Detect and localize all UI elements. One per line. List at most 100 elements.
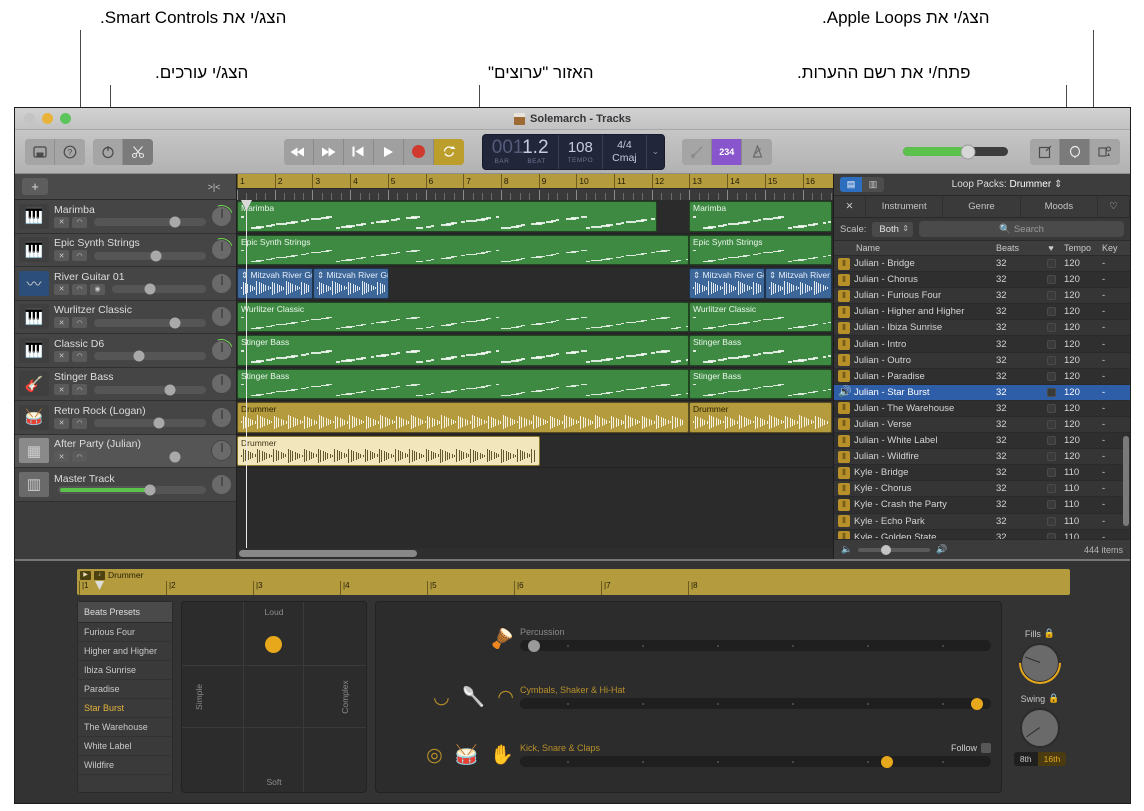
loop-packs-selector[interactable]: Loop Packs: Drummer ⇕: [890, 179, 1124, 190]
mute-button[interactable]: ✕: [54, 418, 69, 429]
track-pan-knob[interactable]: [211, 239, 232, 260]
loop-audio-icon[interactable]: ⦀: [834, 290, 854, 302]
track-lane[interactable]: Wurlitzer ClassicWurlitzer Classic: [237, 301, 833, 335]
track-lane[interactable]: Drummer: [237, 435, 833, 469]
loops-search-input[interactable]: 🔍 Search: [919, 221, 1124, 237]
track-lane[interactable]: Stinger BassStinger Bass: [237, 334, 833, 368]
loop-favorite-checkbox[interactable]: [1038, 452, 1064, 461]
notes-icon[interactable]: [1030, 139, 1060, 165]
beats-presets-list[interactable]: Furious FourHigher and HigherIbiza Sunri…: [78, 623, 172, 775]
heart-icon[interactable]: ♡: [1098, 196, 1130, 217]
track-pan-knob[interactable]: [211, 306, 232, 327]
rewind-icon[interactable]: [284, 139, 314, 165]
preset-item[interactable]: Ibiza Sunrise: [78, 661, 172, 680]
list-view-icon[interactable]: ▤: [840, 177, 862, 192]
loop-favorite-checkbox[interactable]: [1038, 323, 1064, 332]
media-browser-icon[interactable]: [1090, 139, 1120, 165]
preset-item[interactable]: White Label: [78, 737, 172, 756]
mute-button[interactable]: ✕: [54, 284, 69, 295]
column-beats[interactable]: Beats: [996, 243, 1038, 253]
mute-button[interactable]: ✕: [54, 217, 69, 228]
region[interactable]: Epic Synth Strings: [689, 235, 832, 266]
track-pan-knob[interactable]: [211, 373, 232, 394]
track-volume-knob[interactable]: [165, 384, 176, 395]
lcd-position[interactable]: 0011.2 BAR BEAT: [483, 135, 559, 169]
count-in-icon[interactable]: 234: [712, 139, 742, 165]
loops-volume-knob[interactable]: [881, 545, 891, 555]
region[interactable]: Stinger Bass: [689, 335, 832, 366]
loop-audio-icon[interactable]: ⦀: [834, 338, 854, 350]
loop-row[interactable]: ⦀Julian - Wildfire32120-: [834, 449, 1130, 465]
track-pan-knob[interactable]: [211, 273, 232, 294]
loop-favorite-checkbox[interactable]: [1038, 291, 1064, 300]
region[interactable]: Marimba: [689, 201, 832, 232]
master-volume-slider[interactable]: [903, 147, 1008, 156]
play-icon[interactable]: [374, 139, 404, 165]
track-volume-knob[interactable]: [133, 351, 144, 362]
region[interactable]: Stinger Bass: [237, 335, 689, 366]
loop-row[interactable]: ⦀Julian - Outro32120-: [834, 353, 1130, 369]
track-lane[interactable]: DrummerDrummer: [237, 401, 833, 435]
loop-audio-icon[interactable]: ⦀: [834, 483, 854, 495]
forward-icon[interactable]: [314, 139, 344, 165]
timeline-ruler[interactable]: 12345678910111213141516: [237, 174, 833, 189]
volume-low-icon[interactable]: 🔈: [841, 544, 852, 555]
editors-icon[interactable]: [123, 139, 153, 165]
lock-icon[interactable]: 🔒: [1044, 628, 1055, 639]
track-name[interactable]: Classic D6: [54, 339, 206, 350]
kick-drum-icon[interactable]: ◎: [426, 746, 443, 765]
loop-favorite-checkbox[interactable]: [1038, 420, 1064, 429]
loop-favorite-checkbox[interactable]: [1038, 468, 1064, 477]
kit-level-slider[interactable]: [520, 640, 991, 651]
solo-button[interactable]: ◠: [72, 317, 87, 328]
editor-region-ruler[interactable]: ▶ ♪ Drummer |1|2|3|4|5|6|7|8: [77, 569, 1070, 595]
track-pan-knob[interactable]: [211, 407, 232, 428]
horizontal-scrollbar[interactable]: [237, 548, 833, 559]
track-volume-slider[interactable]: [94, 252, 206, 260]
loop-audio-icon[interactable]: ⦀: [834, 258, 854, 270]
kit-level-slider[interactable]: [520, 756, 991, 767]
play-icon[interactable]: ▶: [80, 571, 91, 580]
tuner-icon[interactable]: [682, 139, 712, 165]
loops-filter-moods[interactable]: Moods: [1021, 196, 1098, 217]
region[interactable]: Drummer: [237, 402, 689, 433]
region[interactable]: Wurlitzer Classic: [237, 302, 689, 333]
clap-hand-icon[interactable]: ✋: [490, 746, 514, 765]
loop-favorite-checkbox[interactable]: [1038, 500, 1064, 509]
track-pan-knob[interactable]: [211, 440, 232, 461]
hihat-icon[interactable]: ◡: [433, 688, 450, 707]
track-header[interactable]: 🎹Classic D6✕◠: [15, 334, 236, 368]
kit-level-slider[interactable]: [520, 698, 991, 709]
track-lane[interactable]: ⇕ Mitzvah River Gui⇕ Mitzvah River Gui⇕ …: [237, 267, 833, 301]
follow-toggle[interactable]: Follow: [951, 743, 991, 753]
column-tempo[interactable]: Tempo: [1064, 243, 1102, 253]
track-pan-knob[interactable]: [211, 474, 232, 495]
editor-playhead[interactable]: [95, 581, 104, 590]
loop-audio-icon[interactable]: ⦀: [834, 499, 854, 511]
track-volume-knob[interactable]: [144, 284, 155, 295]
library-icon[interactable]: [25, 139, 55, 165]
lcd-display[interactable]: 0011.2 BAR BEAT 108 TEMPO 4/4 Cmaj ⌄: [482, 134, 665, 170]
loop-favorite-checkbox[interactable]: [1038, 436, 1064, 445]
track-volume-slider[interactable]: [58, 486, 206, 494]
loop-audio-icon[interactable]: ⦀: [834, 467, 854, 479]
track-volume-slider[interactable]: [94, 352, 206, 360]
column-view-icon[interactable]: ▥: [862, 177, 884, 192]
region[interactable]: Drummer: [237, 436, 540, 467]
preset-item[interactable]: Higher and Higher: [78, 642, 172, 661]
track-volume-slider[interactable]: [94, 419, 206, 427]
loops-filter-genre[interactable]: Genre: [943, 196, 1020, 217]
loop-audio-icon[interactable]: ⦀: [834, 306, 854, 318]
loop-audio-icon[interactable]: ⦀: [834, 515, 854, 527]
fills-knob[interactable]: [1020, 643, 1060, 683]
add-track-button[interactable]: +: [22, 178, 48, 195]
track-volume-knob[interactable]: [169, 317, 180, 328]
mute-button[interactable]: ✕: [54, 317, 69, 328]
snare-drum-icon[interactable]: 🥁: [455, 746, 479, 765]
smart-controls-icon[interactable]: [93, 139, 123, 165]
xy-pad-puck[interactable]: [265, 636, 282, 653]
solo-button[interactable]: ◠: [72, 384, 87, 395]
loop-row[interactable]: ⦀Julian - Furious Four32120-: [834, 288, 1130, 304]
column-name[interactable]: Name: [834, 243, 996, 253]
lcd-signature[interactable]: 4/4 Cmaj: [603, 135, 647, 169]
